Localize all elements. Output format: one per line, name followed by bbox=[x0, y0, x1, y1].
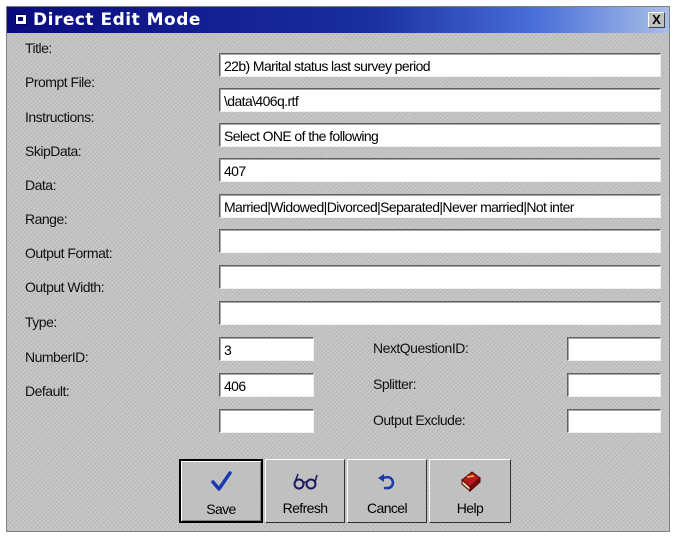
app-icon bbox=[15, 14, 27, 25]
splitter-field[interactable] bbox=[567, 373, 661, 397]
save-button[interactable]: Save bbox=[179, 459, 263, 523]
glasses-icon bbox=[266, 466, 344, 496]
next-question-id-label: NextQuestionID: bbox=[373, 340, 469, 356]
instructions-label: Instructions: bbox=[25, 109, 94, 125]
default-label: Default: bbox=[25, 383, 70, 399]
close-button[interactable]: X bbox=[648, 12, 665, 28]
data-field[interactable]: Married|Widowed|Divorced|Separated|Never… bbox=[219, 194, 661, 218]
cancel-button-label: Cancel bbox=[367, 500, 408, 516]
save-button-label: Save bbox=[206, 501, 236, 517]
type-field[interactable]: 3 bbox=[219, 337, 314, 361]
direct-edit-window: Direct Edit Mode X Title: 22b) Marital s… bbox=[6, 6, 670, 532]
next-question-id-field[interactable] bbox=[567, 337, 661, 361]
help-button[interactable]: Help bbox=[429, 459, 511, 523]
data-label: Data: bbox=[25, 177, 56, 193]
numberid-field[interactable]: 406 bbox=[219, 373, 314, 397]
default-field[interactable] bbox=[219, 409, 314, 433]
output-format-label: Output Format: bbox=[25, 245, 113, 261]
type-label: Type: bbox=[25, 314, 57, 330]
skipdata-field[interactable]: 407 bbox=[219, 158, 661, 182]
title-field[interactable]: 22b) Marital status last survey period bbox=[219, 53, 661, 77]
help-book-icon bbox=[430, 466, 510, 496]
instructions-field[interactable]: Select ONE of the following bbox=[219, 123, 661, 147]
range-label: Range: bbox=[25, 211, 68, 227]
prompt-file-field[interactable]: \data\406q.rtf bbox=[219, 88, 661, 112]
refresh-button-label: Refresh bbox=[282, 500, 328, 516]
splitter-label: Splitter: bbox=[373, 376, 416, 392]
numberid-label: NumberID: bbox=[25, 349, 89, 365]
undo-icon bbox=[348, 466, 426, 496]
output-width-label: Output Width: bbox=[25, 279, 105, 295]
output-exclude-field[interactable] bbox=[567, 409, 661, 433]
checkmark-icon bbox=[181, 467, 261, 497]
title-bar: Direct Edit Mode X bbox=[7, 7, 669, 33]
cancel-button[interactable]: Cancel bbox=[347, 459, 427, 523]
output-width-field[interactable] bbox=[219, 301, 661, 325]
prompt-file-label: Prompt File: bbox=[25, 74, 95, 90]
window-title: Direct Edit Mode bbox=[33, 10, 201, 30]
refresh-button[interactable]: Refresh bbox=[265, 459, 345, 523]
output-exclude-label: Output Exclude: bbox=[373, 412, 466, 428]
output-format-field[interactable] bbox=[219, 265, 661, 289]
skipdata-label: SkipData: bbox=[25, 143, 82, 159]
help-button-label: Help bbox=[456, 500, 484, 516]
title-label: Title: bbox=[25, 40, 52, 56]
range-field[interactable] bbox=[219, 229, 661, 253]
